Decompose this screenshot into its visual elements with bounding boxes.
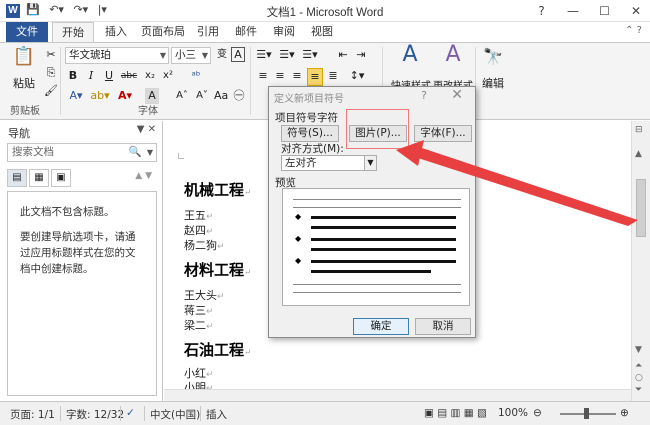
watermark-url: zhinan.sogou.com (520, 372, 612, 383)
sogou-watermark: S 搜狗指南 zhinan.sogou.com (470, 340, 640, 390)
arrow-head (396, 140, 424, 166)
sogou-logo-icon: S (470, 340, 510, 380)
arrow-shaft (418, 148, 638, 226)
